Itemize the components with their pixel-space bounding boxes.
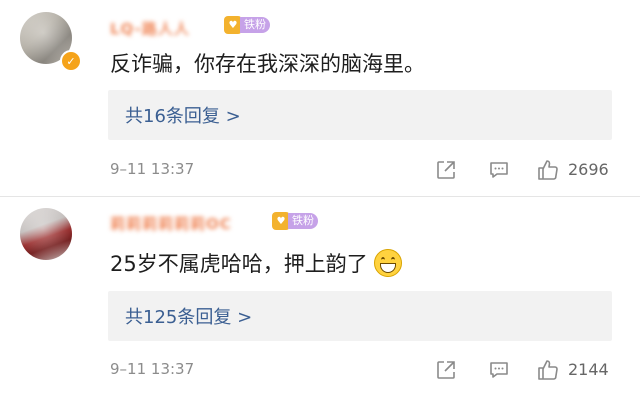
fan-badge-label: 铁粉: [240, 17, 270, 33]
timestamp: 9–11 13:37: [110, 160, 195, 178]
avatar-image: [20, 208, 72, 260]
thumbs-up-icon[interactable]: [536, 358, 560, 382]
replies-box[interactable]: 共125条回复 >: [108, 291, 612, 341]
share-icon[interactable]: [434, 158, 458, 182]
comment-icon[interactable]: [487, 158, 511, 182]
username[interactable]: LQ-路人人: [110, 18, 190, 38]
view-replies-link[interactable]: 共16条回复 >: [125, 102, 241, 128]
verified-badge-icon: ✓: [60, 50, 82, 72]
comment-text: 反诈骗，你存在我深深的脑海里。: [110, 52, 425, 76]
fan-badge-label: 铁粉: [288, 213, 318, 229]
like-count: 2144: [568, 360, 609, 379]
comment-item-2: 莉莉莉莉莉莉OC ♥ 铁粉 25岁不属虎哈哈，押上韵了 共125条回复 > 9–…: [0, 197, 640, 395]
fan-badge: ♥ 铁粉: [272, 212, 318, 230]
timestamp: 9–11 13:37: [110, 360, 195, 378]
share-icon[interactable]: [434, 358, 458, 382]
comment-meta: 9–11 13:37 2696: [110, 158, 620, 182]
comment-icon[interactable]: [487, 358, 511, 382]
avatar[interactable]: [20, 208, 72, 260]
fan-badge: ♥ 铁粉: [224, 16, 270, 34]
replies-box[interactable]: 共16条回复 >: [108, 90, 612, 140]
grinning-emoji-icon: [373, 249, 402, 277]
like-count: 2696: [568, 160, 609, 179]
view-replies-link[interactable]: 共125条回复 >: [125, 303, 252, 329]
thumbs-up-icon[interactable]: [536, 158, 560, 182]
username[interactable]: 莉莉莉莉莉莉OC: [110, 213, 232, 233]
comment-text: 25岁不属虎哈哈，押上韵了: [110, 248, 402, 279]
comment-item-1: ✓ LQ-路人人 ♥ 铁粉 反诈骗，你存在我深深的脑海里。 共16条回复 > 9…: [0, 0, 640, 197]
comment-text-content: 25岁不属虎哈哈，押上韵了: [110, 252, 368, 276]
comment-meta: 9–11 13:37 2144: [110, 358, 620, 382]
